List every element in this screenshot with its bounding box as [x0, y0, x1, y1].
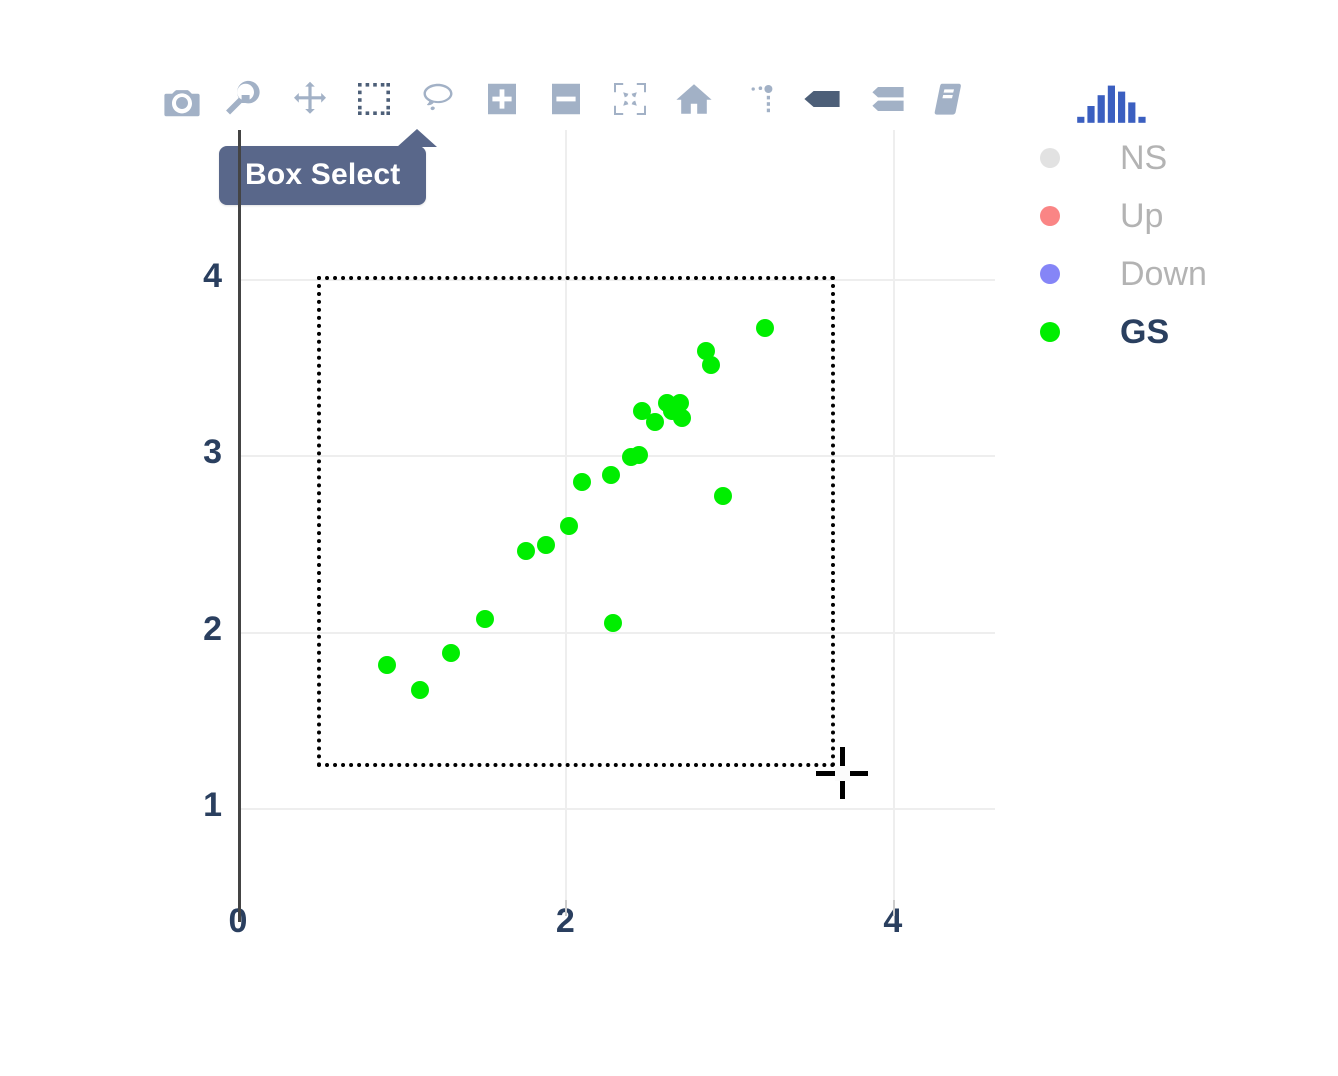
legend-item-label: Down [1120, 254, 1207, 293]
x-axis-tick-mark [892, 900, 895, 916]
legend-item-label: GS [1120, 312, 1170, 351]
scatter-point[interactable] [713, 486, 732, 505]
scatter-point[interactable] [559, 516, 578, 535]
legend-swatch-icon [1040, 148, 1060, 168]
scatter-point[interactable] [536, 536, 555, 555]
scatter-point[interactable] [672, 409, 691, 428]
scatter-point[interactable] [630, 446, 649, 465]
gridline-horizontal [238, 808, 995, 810]
y-axis-tick-label: 3 [203, 433, 222, 472]
y-axis-tick-label: 2 [203, 609, 222, 648]
scatter-point[interactable] [517, 541, 536, 560]
legend-item-up[interactable]: Up [1040, 196, 1207, 235]
legend-item-ns[interactable]: NS [1040, 138, 1207, 177]
legend-item-label: NS [1120, 138, 1168, 177]
scatter-point[interactable] [476, 610, 495, 629]
scatter-point[interactable] [646, 412, 665, 431]
crosshair-center-gap [835, 765, 851, 781]
legend-swatch-icon [1040, 264, 1060, 284]
x-axis-tick-mark [565, 900, 568, 916]
gridline-vertical [565, 130, 568, 900]
x-axis-tick-mark [238, 900, 241, 922]
legend-swatch-icon [1040, 322, 1060, 342]
gridline-horizontal [238, 455, 995, 458]
scatter-point[interactable] [602, 465, 621, 484]
gridline-horizontal [238, 279, 995, 282]
legend-item-down[interactable]: Down [1040, 254, 1207, 293]
scatter-point[interactable] [410, 680, 429, 699]
y-axis-zeroline [238, 130, 241, 900]
y-axis-tick-label: 1 [203, 786, 222, 824]
scatter-point[interactable] [377, 656, 396, 675]
crosshair-horizontal [816, 770, 869, 776]
y-axis-tick-label: 4 [203, 257, 222, 296]
crosshair-vertical [840, 746, 846, 799]
legend-swatch-icon [1040, 206, 1060, 226]
scatter-point[interactable] [702, 356, 721, 375]
gridline-horizontal [238, 631, 995, 634]
scatter-point[interactable] [756, 319, 775, 338]
scatter-point[interactable] [603, 613, 622, 632]
legend-item-gs[interactable]: GS [1040, 312, 1207, 351]
legend-item-label: Up [1120, 196, 1164, 235]
crosshair-cursor [816, 746, 869, 799]
plotly-figure: Box Select 1234024 NSUpDownGS [0, 0, 1338, 1076]
gridline-vertical [892, 130, 895, 900]
scatter-point[interactable] [441, 643, 460, 662]
scatter-point[interactable] [572, 472, 591, 491]
legend: NS Up Down GS [1040, 138, 1207, 351]
